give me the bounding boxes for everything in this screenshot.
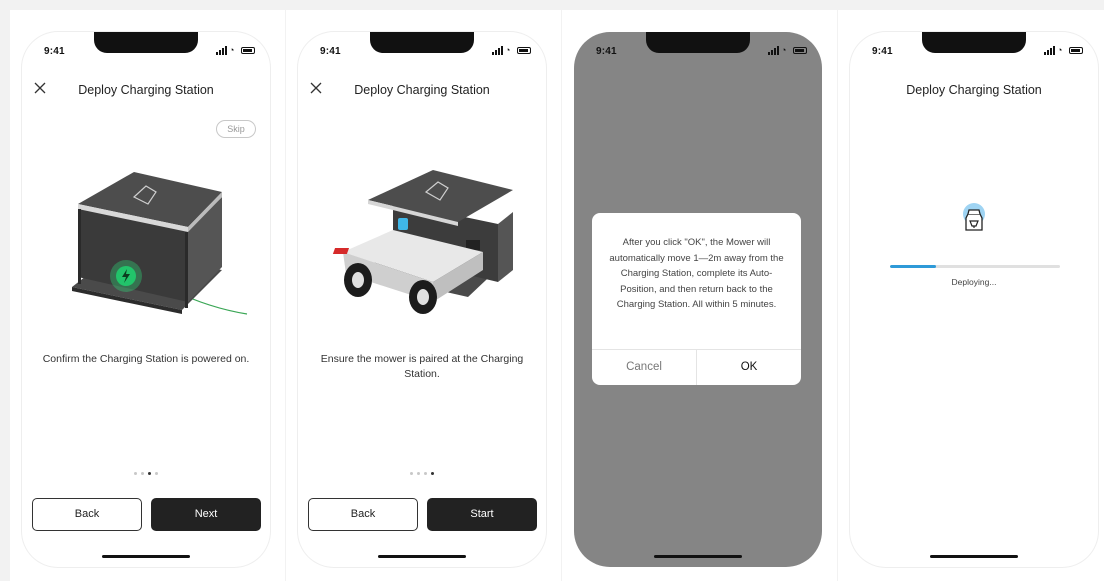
screen-confirm-power: 9:41 ◔ Deploy Charging Station Skip Conf…: [10, 10, 285, 581]
home-indicator: [378, 555, 466, 558]
wifi-icon: ◔: [229, 45, 235, 55]
ok-button[interactable]: OK: [697, 350, 801, 385]
signal-bar: [222, 48, 224, 55]
back-button[interactable]: Back: [308, 498, 418, 531]
screen-deploying: 9:41 ◔ Deploy Charging Station Deploying…: [838, 10, 1104, 581]
signal-bar: [1053, 46, 1055, 55]
status-time: 9:41: [596, 46, 617, 57]
charging-station-icon: [963, 203, 985, 231]
notch: [922, 32, 1026, 53]
signal-icon: [492, 52, 494, 55]
notch: [370, 32, 474, 53]
signal-bar: [774, 48, 776, 55]
battery-icon: [1069, 47, 1083, 54]
next-button[interactable]: Next: [151, 498, 261, 531]
status-icons: ◔: [768, 46, 808, 55]
page-dot: [141, 472, 144, 475]
confirm-dialog: After you click "OK", the Mower will aut…: [592, 213, 801, 385]
page-dot-active: [431, 472, 434, 475]
page-title: Deploy Charging Station: [906, 83, 1042, 97]
instruction-text: Confirm the Charging Station is powered …: [42, 353, 250, 365]
progress-bar: [890, 265, 1060, 268]
phone-frame-dimmed: 9:41 ◔ After you click "OK", the Mower w…: [574, 32, 822, 567]
screen-confirm-dialog: 9:41 ◔ After you click "OK", the Mower w…: [562, 10, 837, 581]
phone-frame: 9:41 ◔ Deploy Charging Station Deploying…: [850, 32, 1098, 567]
phone-frame: 9:41 ◔ Deploy Charging Station Ensure th…: [298, 32, 546, 567]
page-dot: [410, 472, 413, 475]
status-icons: ◔: [1044, 46, 1084, 55]
signal-bar: [1047, 50, 1049, 55]
page-indicator: [298, 472, 546, 475]
cancel-button[interactable]: Cancel: [592, 350, 696, 385]
signal-bar: [771, 50, 773, 55]
home-indicator: [930, 555, 1018, 558]
mower-at-station-illustration: [332, 170, 513, 314]
page-dot: [134, 472, 137, 475]
page-dot-active: [148, 472, 151, 475]
progress-fill: [890, 265, 936, 268]
signal-bar: [219, 50, 221, 55]
status-time: 9:41: [320, 46, 341, 57]
page-dot: [417, 472, 420, 475]
dialog-message: After you click "OK", the Mower will aut…: [609, 237, 784, 310]
status-time: 9:41: [44, 46, 65, 57]
battery-icon: [241, 47, 255, 54]
phone-frame: 9:41 ◔ Deploy Charging Station Skip Conf…: [22, 32, 270, 567]
signal-bar: [501, 46, 503, 55]
page-indicator: [22, 472, 270, 475]
signal-icon: [216, 52, 218, 55]
wifi-icon: ◔: [781, 45, 787, 55]
status-icons: ◔: [216, 46, 256, 55]
battery-icon: [793, 47, 807, 54]
page-dot: [424, 472, 427, 475]
wifi-icon: ◔: [505, 45, 511, 55]
screen-pair-mower: 9:41 ◔ Deploy Charging Station Ensure th…: [286, 10, 561, 581]
signal-bar: [495, 50, 497, 55]
page-title: Deploy Charging Station: [78, 83, 214, 97]
start-button[interactable]: Start: [427, 498, 537, 531]
battery-icon: [517, 47, 531, 54]
page-title: Deploy Charging Station: [354, 83, 490, 97]
home-indicator: [654, 555, 742, 558]
notch: [94, 32, 198, 53]
page-dot: [155, 472, 158, 475]
skip-button[interactable]: Skip: [216, 120, 256, 138]
back-button[interactable]: Back: [32, 498, 142, 531]
home-indicator: [102, 555, 190, 558]
charging-station-illustration: [72, 172, 248, 315]
signal-bar: [225, 46, 227, 55]
signal-bar: [777, 46, 779, 55]
signal-bar: [498, 48, 500, 55]
signal-bar: [1050, 48, 1052, 55]
signal-icon: [768, 52, 770, 55]
notch: [646, 32, 750, 53]
status-time: 9:41: [872, 46, 893, 57]
instruction-text: Ensure the mower is paired at the Chargi…: [320, 353, 524, 380]
signal-icon: [1044, 52, 1046, 55]
progress-label: Deploying...: [951, 277, 997, 287]
status-icons: ◔: [492, 46, 532, 55]
wifi-icon: ◔: [1057, 45, 1063, 55]
